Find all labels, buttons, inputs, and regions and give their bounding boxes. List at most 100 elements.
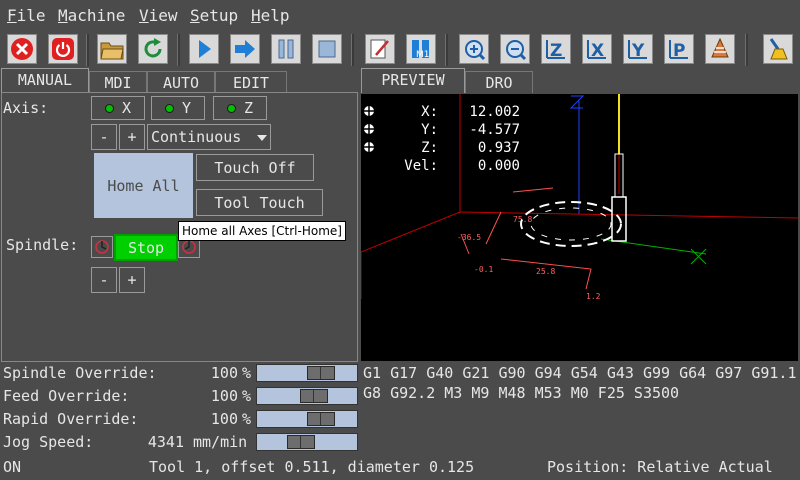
view-y-button[interactable]: Y	[623, 34, 653, 64]
tab-mdi[interactable]: MDI	[89, 71, 147, 93]
feed-override-unit: %	[242, 387, 252, 405]
machine-state: ON	[3, 458, 22, 476]
spindle-reverse-button[interactable]	[91, 236, 113, 258]
estop-button[interactable]	[7, 34, 37, 64]
spindle-override-slider[interactable]	[256, 364, 358, 382]
zoom-in-icon	[465, 40, 486, 61]
clear-plot-button[interactable]	[763, 34, 793, 64]
spindle-override-value: 100	[210, 364, 238, 382]
spindle-cw-icon	[182, 240, 196, 254]
view-z-button[interactable]: Z	[541, 34, 571, 64]
optional-stop-icon: M1	[412, 40, 430, 60]
menu-file[interactable]: File	[7, 6, 46, 25]
svg-text:P: P	[673, 41, 685, 61]
machine-power-button[interactable]	[48, 34, 78, 64]
optional-stop-button[interactable]: M1	[406, 34, 436, 64]
step-arrow-icon	[235, 40, 255, 58]
view-x-button[interactable]: X	[582, 34, 612, 64]
block-delete-button[interactable]	[365, 34, 395, 64]
rapid-override-label: Rapid Override:	[3, 410, 139, 428]
tab-auto[interactable]: AUTO	[147, 71, 215, 93]
toolbar-separator	[445, 34, 448, 66]
run-button[interactable]	[189, 34, 219, 64]
menu-setup[interactable]: Setup	[190, 6, 238, 25]
x-axis-marker	[690, 248, 707, 265]
touch-off-button[interactable]: Touch Off	[196, 154, 314, 181]
jog-increment-select[interactable]: Continuous	[147, 124, 271, 150]
dro-x-label: X:	[421, 104, 438, 120]
zoom-in-button[interactable]	[459, 34, 489, 64]
rotate-view-button[interactable]	[705, 34, 735, 64]
dro-z-value: 0.937	[477, 140, 520, 156]
view-x-icon: X	[587, 40, 606, 61]
axis-z-radio[interactable]: Z	[213, 96, 267, 120]
position-mode: Position: Relative Actual	[547, 458, 773, 476]
dimension-labels: 75.8 -36.5 -0.1 25.8 1.2	[457, 215, 601, 301]
radio-indicator-icon	[226, 103, 236, 113]
pause-button[interactable]	[271, 34, 301, 64]
slider-thumb[interactable]	[287, 435, 316, 449]
tool-touch-button[interactable]: Tool Touch	[196, 189, 323, 216]
stop-program-button[interactable]	[312, 34, 342, 64]
toolpath-ring-inner	[530, 207, 612, 241]
toolbar: M1 Z X Y P	[0, 32, 800, 68]
toolbar-separator	[177, 34, 180, 66]
spindle-label: Spindle:	[6, 236, 79, 254]
menu-help[interactable]: Help	[251, 6, 290, 25]
dro-vel-value: 0.000	[477, 158, 520, 174]
homed-icon	[364, 106, 374, 116]
dro-y-label: Y:	[421, 122, 438, 138]
toolbar-separator	[351, 34, 354, 66]
tab-dro[interactable]: DRO	[465, 71, 533, 93]
active-gcodes: G1 G17 G40 G21 G90 G94 G54 G43 G99 G64 G…	[361, 363, 798, 407]
reload-button[interactable]	[138, 34, 168, 64]
dro-x-value: 12.002	[469, 104, 520, 120]
jog-plus-button[interactable]: +	[119, 124, 145, 150]
slider-thumb[interactable]	[307, 366, 335, 380]
radio-indicator-icon	[164, 103, 174, 113]
tab-edit[interactable]: EDIT	[215, 71, 287, 93]
preview-canvas[interactable]: 75.8 -36.5 -0.1 25.8 1.2 X: 12.002 Y: -4…	[361, 94, 798, 361]
dro-y-value: -4.577	[469, 122, 520, 138]
home-all-tooltip: Home all Axes [Ctrl-Home]	[178, 221, 346, 241]
tool-cone-icon	[711, 37, 729, 58]
block-delete-icon	[370, 39, 389, 59]
svg-text:Z: Z	[550, 41, 562, 61]
gcodes-line-2: G8 G92.2 M3 M9 M48 M53 M0 F25 S3500	[363, 384, 680, 402]
view-perspective-button[interactable]: P	[664, 34, 694, 64]
folder-icon	[100, 42, 124, 60]
menu-machine[interactable]: Machine	[58, 6, 125, 25]
slider-thumb[interactable]	[307, 412, 335, 426]
z-axis-marker	[569, 95, 585, 109]
open-file-button[interactable]	[97, 34, 127, 64]
zoom-out-button[interactable]	[500, 34, 530, 64]
power-icon	[52, 38, 74, 60]
spindle-slower-button[interactable]: -	[91, 267, 117, 293]
menu-bar: File Machine View Setup Help	[0, 0, 800, 30]
spindle-override-unit: %	[242, 364, 252, 382]
view-z-icon: Z	[546, 40, 565, 61]
homed-icon	[364, 124, 374, 134]
axis-y-radio[interactable]: Y	[151, 96, 205, 120]
jog-minus-button[interactable]: -	[91, 124, 117, 150]
tab-manual[interactable]: MANUAL	[1, 68, 89, 93]
feed-override-slider[interactable]	[256, 387, 358, 405]
rapid-override-slider[interactable]	[256, 410, 358, 428]
feed-override-label: Feed Override:	[3, 387, 130, 405]
spindle-stop-button[interactable]: Stop	[114, 234, 178, 261]
svg-text:75.8: 75.8	[513, 215, 532, 224]
svg-text:-0.1: -0.1	[474, 265, 493, 274]
slider-thumb[interactable]	[300, 389, 328, 403]
toolbar-separator	[745, 34, 748, 66]
tab-preview[interactable]: PREVIEW	[361, 68, 465, 93]
spindle-faster-button[interactable]: +	[119, 267, 145, 293]
homed-icon	[364, 142, 374, 152]
step-button[interactable]	[230, 34, 260, 64]
reload-icon	[144, 38, 162, 58]
menu-view[interactable]: View	[139, 6, 178, 25]
home-all-button[interactable]: Home All	[94, 153, 193, 218]
jog-speed-slider[interactable]	[256, 433, 358, 451]
view-y-icon: Y	[628, 40, 647, 61]
dro-vel-label: Vel:	[404, 158, 438, 174]
axis-x-radio[interactable]: X	[91, 96, 145, 120]
